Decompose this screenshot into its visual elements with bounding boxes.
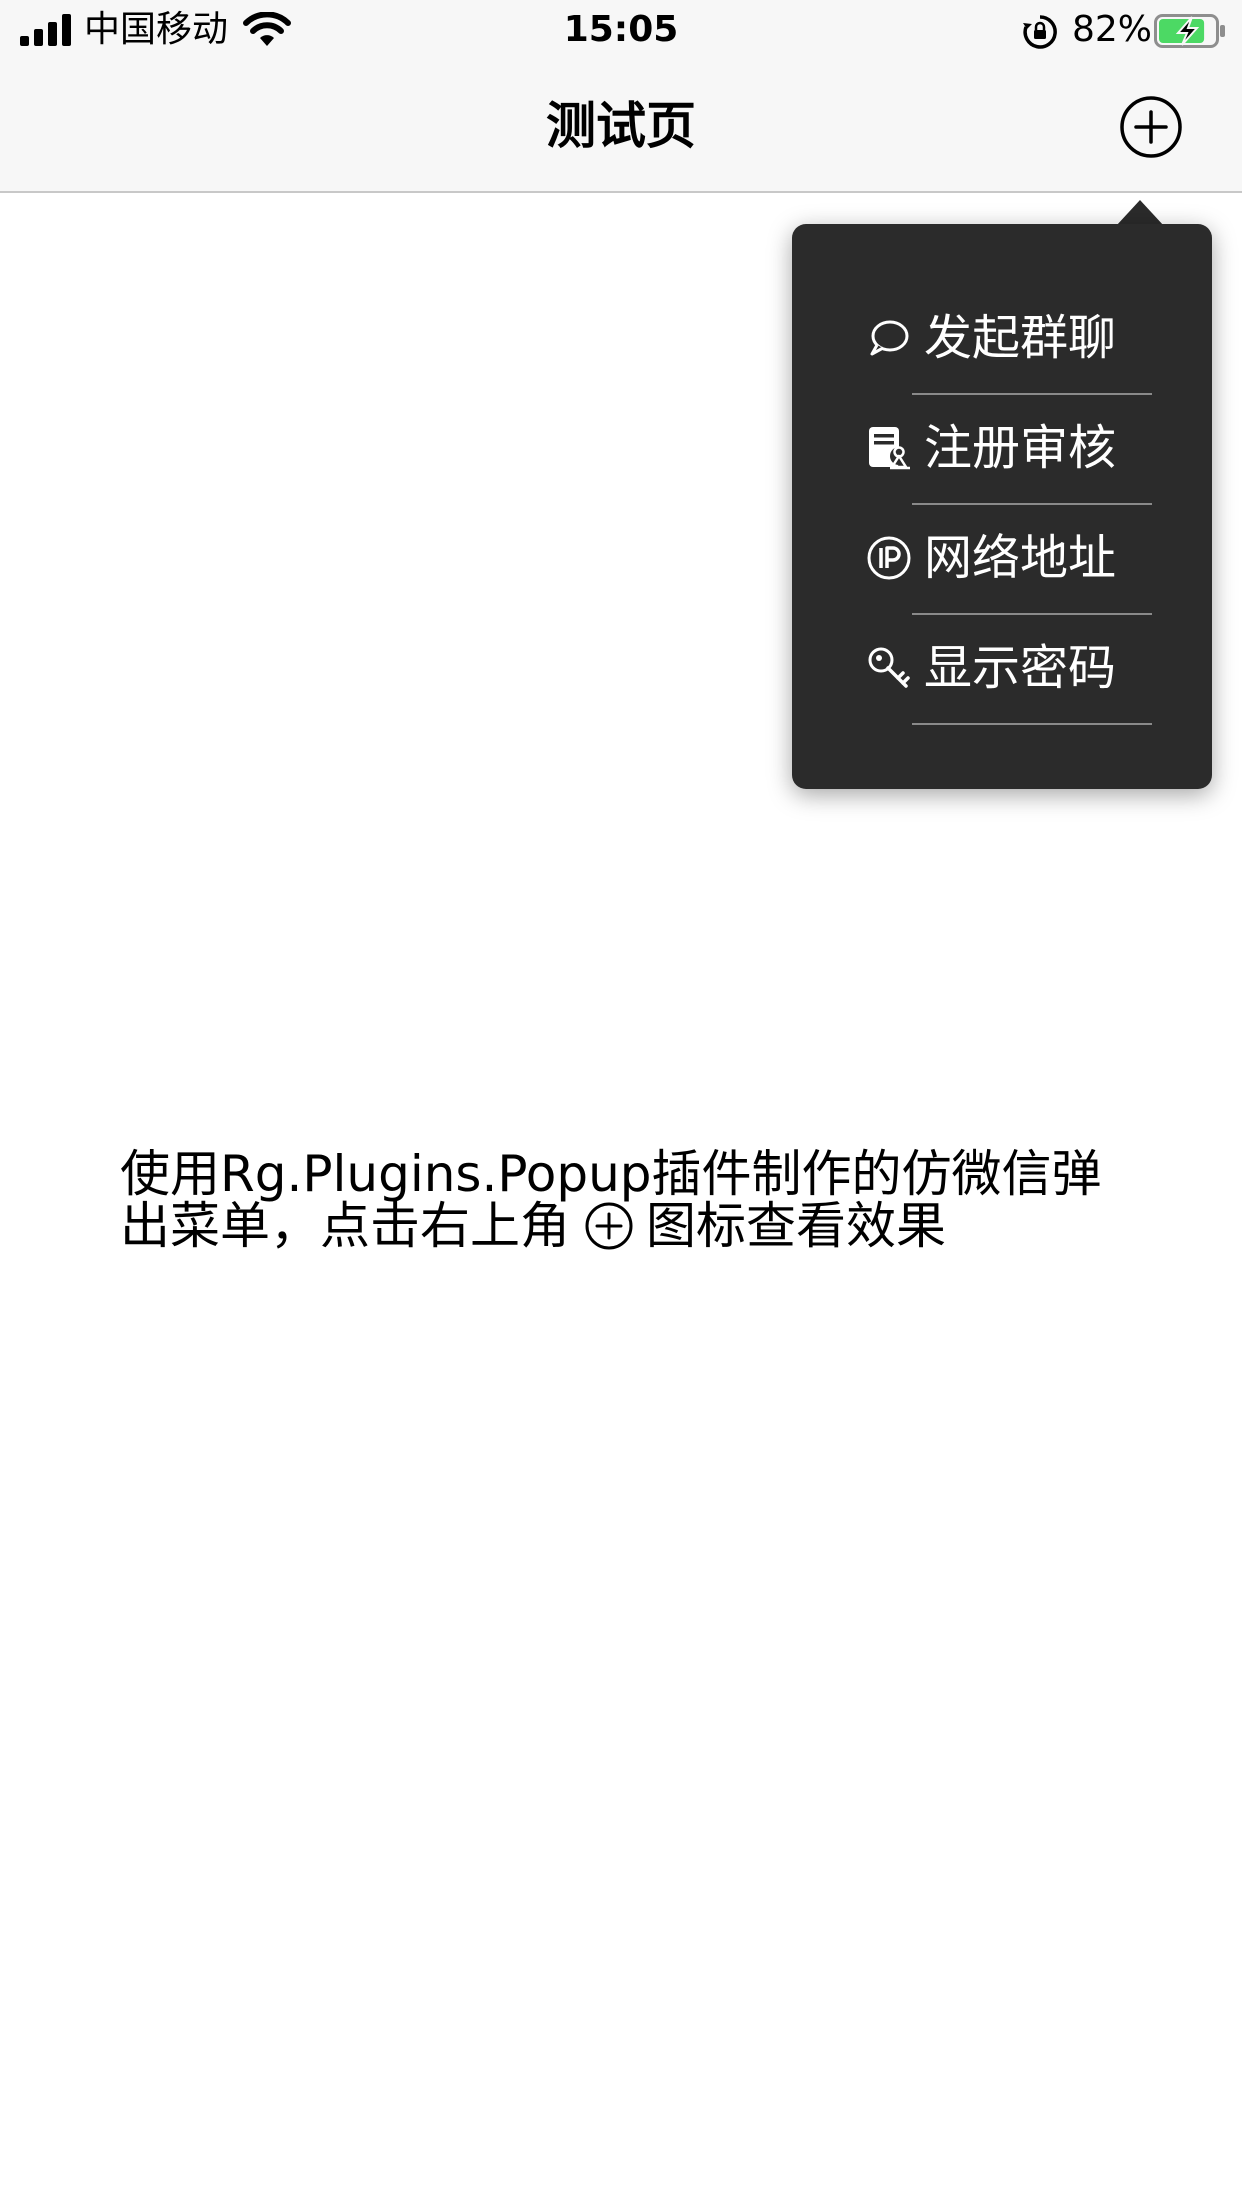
description-text: 使用Rg.Plugins.Popup插件制作的仿微信弹出菜单，点击右上角 图标查… [120, 1148, 1140, 1252]
menu-item-label: 网络地址 [924, 530, 1117, 586]
page-title: 测试页 [546, 97, 696, 155]
key-icon [866, 645, 912, 691]
menu-item-registration-review[interactable]: 注册审核 [792, 392, 1212, 502]
menu-item-label: 发起群聊 [924, 310, 1117, 366]
menu-item-group-chat[interactable]: 发起群聊 [792, 282, 1212, 392]
plus-circle-icon [1120, 96, 1182, 158]
chat-bubble-icon [866, 315, 912, 361]
description-text-end: 图标查看效果 [646, 1197, 946, 1255]
document-review-icon [866, 425, 912, 471]
menu-divider [912, 723, 1152, 725]
plus-circle-icon [584, 1201, 634, 1251]
status-bar: 中国移动 15:05 82% [0, 0, 1242, 62]
menu-item-show-password[interactable]: 显示密码 [792, 612, 1212, 722]
carrier-name: 中国移动 [84, 9, 229, 50]
menu-item-label: 注册审核 [924, 420, 1117, 476]
add-menu-button[interactable] [1118, 94, 1184, 160]
popup-arrow [1116, 200, 1164, 226]
page-title-row: 测试页 [0, 94, 1242, 158]
cellular-signal-icon [20, 14, 71, 46]
rotation-lock-icon [1023, 15, 1057, 49]
ip-address-icon [866, 535, 912, 581]
battery-percentage: 82% [1072, 9, 1153, 50]
battery-icon [1154, 14, 1225, 48]
popup-menu: 发起群聊 注册审核 网络地址 显示密码 [792, 224, 1212, 789]
app-screen: 中国移动 15:05 82% 测试页 发起群聊 注册审核 网络地址 显示密码 使… [0, 0, 1242, 2208]
navigation-bar: 测试页 [0, 62, 1242, 193]
menu-item-network-address[interactable]: 网络地址 [792, 502, 1212, 612]
wifi-icon [243, 12, 291, 46]
menu-item-label: 显示密码 [924, 640, 1117, 696]
status-time: 15:05 [563, 9, 679, 50]
